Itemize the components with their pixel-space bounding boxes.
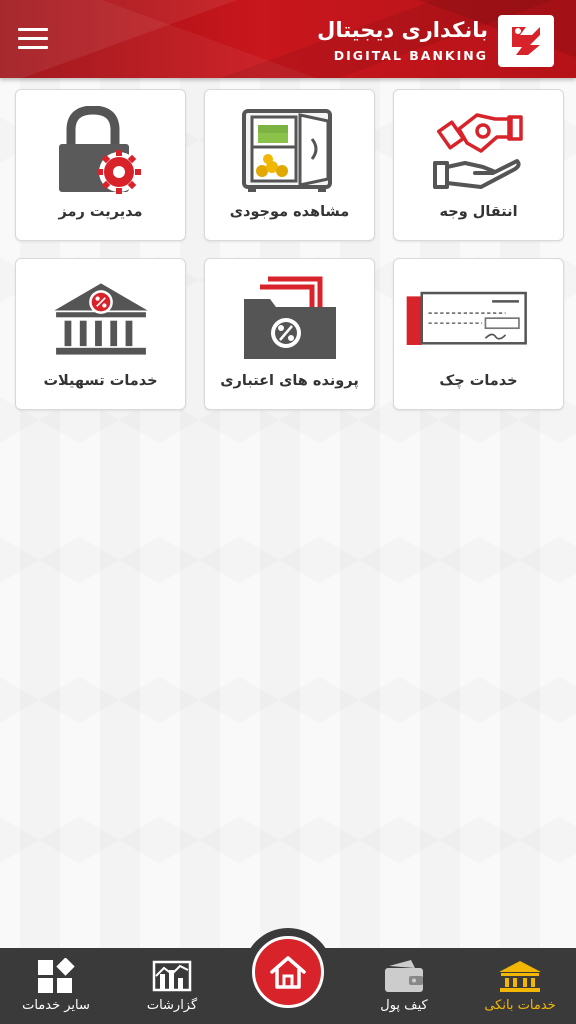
home-icon [270, 956, 306, 989]
nav-other-services[interactable]: سایر خدمات [6, 948, 106, 1024]
service-card-password[interactable]: مدیریت رمز [15, 89, 186, 241]
nav-reports[interactable]: گزارشات [122, 948, 222, 1024]
password-lock-icon [51, 106, 151, 194]
hamburger-menu-icon[interactable] [18, 28, 48, 52]
nav-label: کیف پول [380, 998, 428, 1013]
loan-bank-icon [51, 275, 151, 363]
service-label: انتقال وجه [439, 204, 518, 220]
wallet-icon [382, 958, 426, 994]
service-card-credit[interactable]: پرونده های اعتباری [204, 258, 375, 410]
service-card-balance[interactable]: مشاهده موجودی [204, 89, 375, 241]
bank-logo-icon [498, 15, 554, 67]
cheque-icon [406, 275, 529, 363]
service-card-transfer[interactable]: انتقال وجه [393, 89, 564, 241]
bank-services-icon [498, 958, 542, 994]
service-label: پرونده های اعتباری [220, 373, 359, 389]
money-transfer-icon [429, 106, 529, 194]
services-grid: انتقال وجه مشاهده موجودی مدیریت رمز خدما… [14, 89, 564, 410]
home-button[interactable] [252, 936, 324, 1008]
reports-chart-icon [150, 958, 194, 994]
credit-folder-icon [240, 275, 340, 363]
app-header: بانکداری دیجیتال DIGITAL BANKING [0, 0, 576, 78]
nav-wallet[interactable]: کیف پول [354, 948, 454, 1024]
brand: بانکداری دیجیتال DIGITAL BANKING [317, 14, 554, 68]
other-services-icon [34, 958, 78, 994]
app-title: بانکداری دیجیتال [317, 18, 488, 42]
service-label: مدیریت رمز [58, 204, 143, 220]
nav-label: سایر خدمات [22, 998, 90, 1013]
nav-bank-services[interactable]: خدمات بانکی [470, 948, 570, 1024]
service-card-loans[interactable]: خدمات تسهیلات [15, 258, 186, 410]
service-label: مشاهده موجودی [229, 204, 350, 220]
nav-label: خدمات بانکی [484, 998, 556, 1013]
service-label: خدمات تسهیلات [43, 373, 158, 389]
safe-balance-icon [240, 106, 340, 194]
nav-label: گزارشات [146, 998, 198, 1013]
service-card-cheque[interactable]: خدمات چک [393, 258, 564, 410]
service-label: خدمات چک [439, 373, 518, 389]
app-subtitle: DIGITAL BANKING [333, 48, 488, 63]
